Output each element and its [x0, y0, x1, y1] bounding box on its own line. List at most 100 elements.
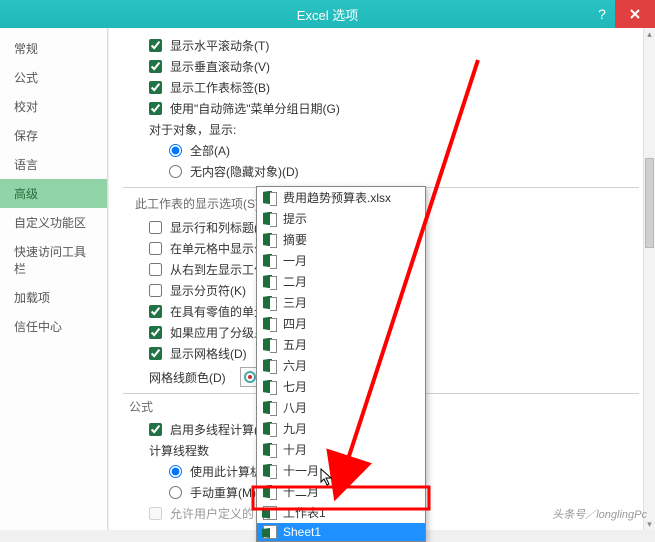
label-sheettabs: 显示工作表标签(B) — [170, 79, 270, 96]
sidebar-item-formulas[interactable]: 公式 — [0, 63, 107, 92]
checkbox-pagebreaks[interactable] — [149, 284, 162, 297]
dropdown-item-workbook[interactable]: 费用趋势预算表.xlsx — [257, 187, 425, 208]
excel-file-icon — [263, 254, 277, 268]
dropdown-item-label: 一月 — [283, 252, 307, 269]
dropdown-item-workbook[interactable]: 二月 — [257, 271, 425, 292]
close-icon — [629, 8, 641, 20]
dropdown-item-workbook[interactable]: 七月 — [257, 376, 425, 397]
sidebar-nav: 常规 公式 校对 保存 语言 高级 自定义功能区 快速访问工具栏 加载项 信任中… — [0, 28, 108, 530]
excel-file-icon — [263, 275, 277, 289]
dropdown-item-label: 四月 — [283, 315, 307, 332]
excel-file-icon — [263, 296, 277, 310]
scrollbar-vertical[interactable]: ▴ ▾ — [643, 28, 655, 530]
dropdown-item-workbook[interactable]: 十二月 — [257, 481, 425, 502]
sidebar-item-language[interactable]: 语言 — [0, 150, 107, 179]
dropdown-item-label: 五月 — [283, 336, 307, 353]
sidebar-item-general[interactable]: 常规 — [0, 34, 107, 63]
sidebar-item-proofing[interactable]: 校对 — [0, 92, 107, 121]
dropdown-item-workbook[interactable]: 三月 — [257, 292, 425, 313]
dropdown-item-label: 八月 — [283, 399, 307, 416]
dropdown-item-label: 摘要 — [283, 231, 307, 248]
dropdown-item-label: 六月 — [283, 357, 307, 374]
dropdown-item-workbook[interactable]: 十月 — [257, 439, 425, 460]
checkbox-rtl[interactable] — [149, 263, 162, 276]
checkbox-rowcol-headers[interactable] — [149, 221, 162, 234]
radio-obj-none[interactable] — [169, 165, 182, 178]
mouse-cursor-icon — [320, 468, 336, 488]
sidebar-item-customize-ribbon[interactable]: 自定义功能区 — [0, 208, 107, 237]
dropdown-item-label: 九月 — [283, 420, 307, 437]
sidebar-item-addins[interactable]: 加载项 — [0, 283, 107, 312]
label-hscroll: 显示水平滚动条(T) — [170, 37, 269, 54]
checkbox-hscroll[interactable] — [149, 39, 162, 52]
sidebar-item-trust-center[interactable]: 信任中心 — [0, 312, 107, 341]
excel-file-icon — [263, 359, 277, 373]
checkbox-multithread[interactable] — [149, 423, 162, 436]
checkbox-autofilter-group[interactable] — [149, 102, 162, 115]
label-gridlines: 显示网格线(D) — [170, 345, 247, 362]
dropdown-item-sheet[interactable]: 工作表1 — [257, 502, 425, 523]
label-use-all-cpus: 使用此计算机 — [190, 463, 262, 480]
sheet-selector-dropdown[interactable]: 费用趋势预算表.xlsx 提示摘要一月二月三月四月五月六月七月八月九月十月十一月十… — [256, 186, 426, 542]
label-obj-all: 全部(A) — [190, 142, 230, 159]
label-gridcolor: 网格线颜色(D) — [149, 369, 226, 386]
excel-file-icon — [263, 464, 277, 478]
checkbox-formulas-in-cells[interactable] — [149, 242, 162, 255]
dropdown-item-label: Sheet1 — [283, 525, 321, 539]
excel-file-icon — [263, 443, 277, 457]
dropdown-item-workbook[interactable]: 摘要 — [257, 229, 425, 250]
excel-file-icon — [263, 191, 277, 205]
checkbox-sheettabs[interactable] — [149, 81, 162, 94]
worksheet-icon — [263, 525, 277, 539]
sidebar-item-save[interactable]: 保存 — [0, 121, 107, 150]
radio-obj-all[interactable] — [169, 144, 182, 157]
checkbox-zeros[interactable] — [149, 305, 162, 318]
watermark-text: 头条号／longlingPc — [552, 506, 647, 522]
section-formulas-label: 公式 — [123, 400, 153, 414]
checkbox-outline[interactable] — [149, 326, 162, 339]
scroll-up-icon[interactable]: ▴ — [644, 28, 655, 40]
label-threadcount: 计算线程数 — [149, 442, 209, 459]
scrollbar-thumb[interactable] — [645, 158, 654, 248]
dropdown-item-workbook[interactable]: 一月 — [257, 250, 425, 271]
sidebar-item-advanced[interactable]: 高级 — [0, 179, 107, 208]
window-title: Excel 选项 — [297, 5, 358, 24]
dropdown-item-workbook[interactable]: 五月 — [257, 334, 425, 355]
dropdown-item-label: 三月 — [283, 294, 307, 311]
dropdown-item-workbook[interactable]: 九月 — [257, 418, 425, 439]
excel-file-icon — [263, 380, 277, 394]
excel-file-icon — [263, 338, 277, 352]
dropdown-item-workbook[interactable]: 六月 — [257, 355, 425, 376]
dropdown-item-label: 费用趋势预算表.xlsx — [283, 189, 391, 206]
excel-file-icon — [263, 401, 277, 415]
excel-file-icon — [263, 212, 277, 226]
dropdown-item-label: 提示 — [283, 210, 307, 227]
excel-file-icon — [263, 317, 277, 331]
worksheet-icon — [263, 506, 277, 520]
sidebar-item-quick-access[interactable]: 快速访问工具栏 — [0, 237, 107, 283]
excel-file-icon — [263, 485, 277, 499]
titlebar: Excel 选项 ? — [0, 0, 655, 28]
label-objects: 对于对象，显示: — [149, 121, 236, 138]
dropdown-item-label: 工作表1 — [283, 504, 326, 521]
dropdown-item-label: 二月 — [283, 273, 307, 290]
dropdown-item-workbook[interactable]: 十一月 — [257, 460, 425, 481]
close-button[interactable] — [615, 0, 655, 28]
radio-manual-threads[interactable] — [169, 486, 182, 499]
label-autofilter-group: 使用"自动筛选"菜单分组日期(G) — [170, 100, 340, 117]
dropdown-item-workbook[interactable]: 提示 — [257, 208, 425, 229]
label-pagebreaks: 显示分页符(K) — [170, 282, 246, 299]
dropdown-item-label: 十一月 — [283, 462, 319, 479]
dropdown-item-workbook[interactable]: 四月 — [257, 313, 425, 334]
checkbox-vscroll[interactable] — [149, 60, 162, 73]
dropdown-item-label: 十二月 — [283, 483, 319, 500]
dropdown-item-workbook[interactable]: 八月 — [257, 397, 425, 418]
radio-use-all-cpus[interactable] — [169, 465, 182, 478]
dropdown-item-sheet[interactable]: Sheet1 — [257, 523, 425, 541]
label-obj-none: 无内容(隐藏对象)(D) — [190, 163, 299, 180]
dropdown-item-label: 七月 — [283, 378, 307, 395]
checkbox-gridlines[interactable] — [149, 347, 162, 360]
help-button[interactable]: ? — [589, 0, 615, 28]
label-manual-threads: 手动重算(M) — [190, 484, 256, 501]
section-sheet-label: 此工作表的显示选项(S): — [129, 195, 262, 212]
